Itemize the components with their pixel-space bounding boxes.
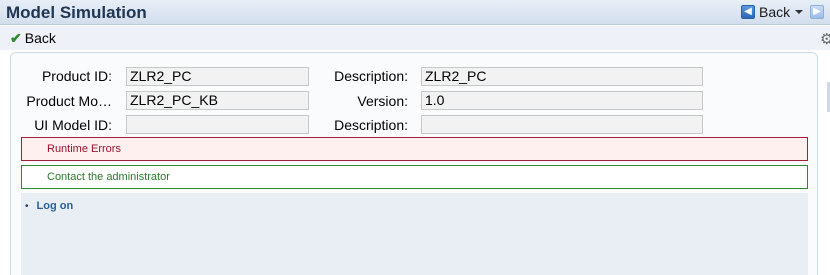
product-id-field[interactable]: ZLR2_PC bbox=[126, 67, 309, 86]
link-area bbox=[21, 193, 808, 275]
header-back-button[interactable]: ◀ Back bbox=[741, 3, 804, 21]
product-model-field[interactable]: ZLR2_PC_KB bbox=[126, 91, 309, 110]
logon-link-row: • Log on bbox=[25, 200, 73, 212]
contact-admin-message: Contact the administrator bbox=[21, 165, 808, 189]
checkmark-icon: ✔ bbox=[10, 30, 22, 46]
gear-icon[interactable]: ⚙ bbox=[820, 30, 830, 48]
version-label: Version: bbox=[357, 93, 408, 109]
toolbar: ✔ Back ⚙ bbox=[0, 26, 830, 50]
ui-model-id-label: UI Model ID: bbox=[34, 117, 112, 133]
toolbar-back-label: Back bbox=[24, 30, 56, 46]
back-arrow-icon: ◀ bbox=[741, 5, 755, 19]
header-back-label: Back bbox=[759, 4, 791, 20]
description-label: Description: bbox=[334, 68, 408, 84]
runtime-errors-message: Runtime Errors bbox=[21, 137, 808, 161]
ui-model-id-field[interactable] bbox=[126, 115, 309, 134]
product-model-label: Product Mo… bbox=[26, 93, 112, 109]
version-field[interactable]: 1.0 bbox=[421, 91, 703, 110]
chevron-down-icon[interactable] bbox=[795, 10, 804, 14]
toolbar-back-button[interactable]: ✔ Back bbox=[10, 30, 56, 46]
forward-arrow-icon[interactable]: ▶ bbox=[810, 5, 824, 19]
ui-model-description-field[interactable] bbox=[421, 115, 703, 134]
description-field[interactable]: ZLR2_PC bbox=[421, 67, 703, 86]
product-id-label: Product ID: bbox=[41, 68, 112, 84]
ui-model-description-label: Description: bbox=[334, 117, 408, 133]
page-title: Model Simulation bbox=[6, 3, 147, 22]
bullet-icon: • bbox=[25, 200, 29, 212]
logon-link[interactable]: Log on bbox=[37, 200, 74, 212]
title-bar: Model Simulation ◀ Back ▶ bbox=[0, 0, 830, 25]
